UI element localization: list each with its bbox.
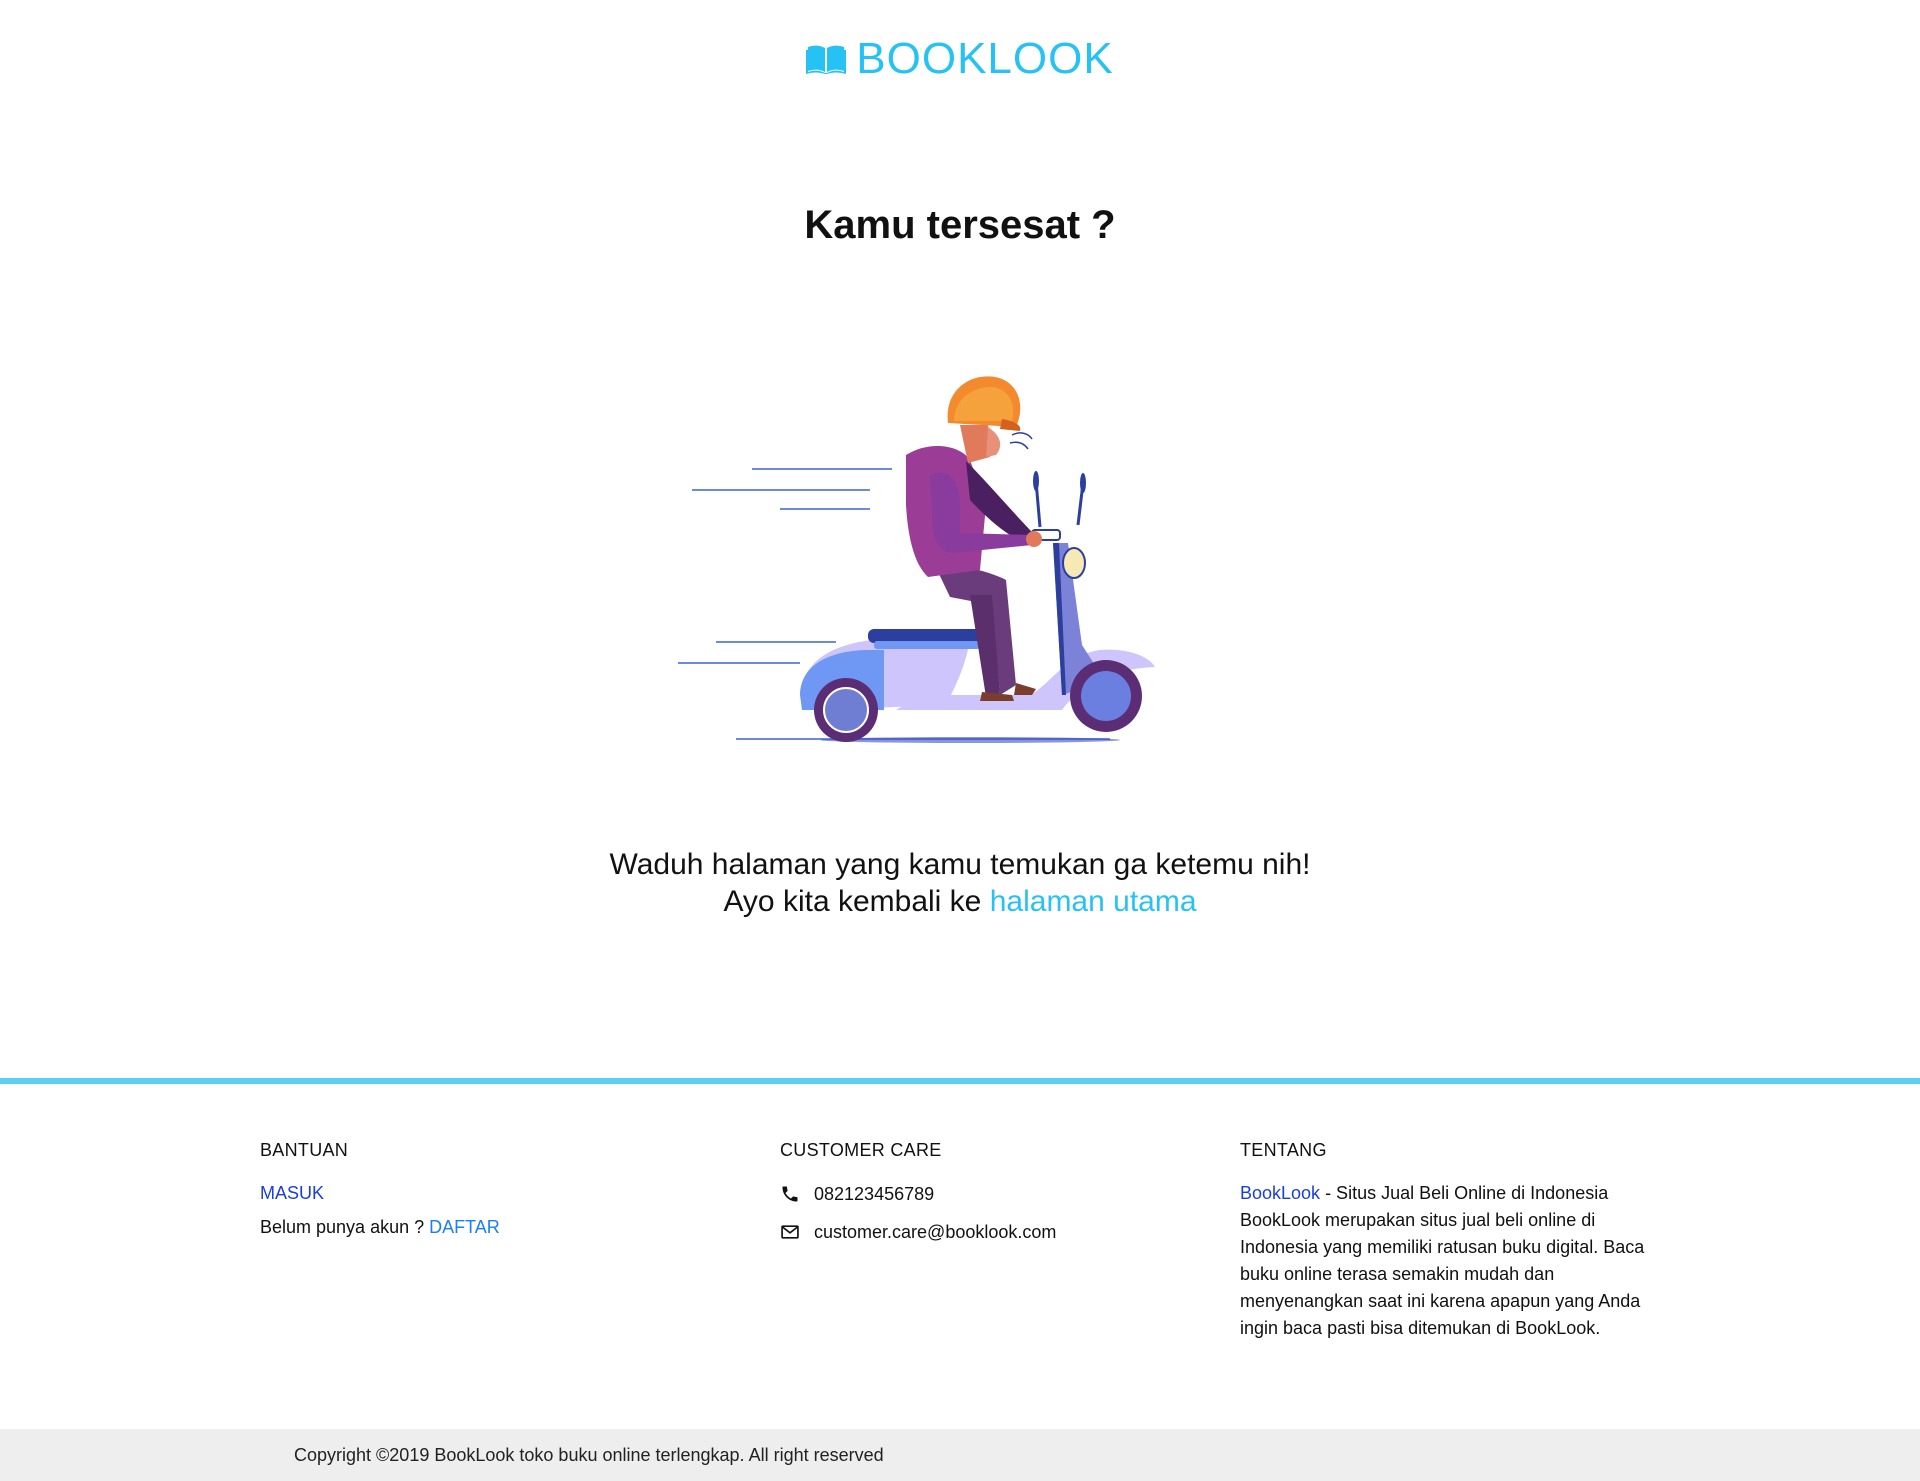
phone-number: 082123456789 — [814, 1183, 935, 1204]
no-account-text: Belum punya akun ? — [260, 1217, 425, 1237]
footer-tentang: TENTANG BookLook - Situs Jual Beli Onlin… — [1240, 1138, 1660, 1342]
bantuan-heading: BANTUAN — [260, 1140, 349, 1160]
copyright-bar: Copyright ©2019 BookLook toko buku onlin… — [0, 1429, 1920, 1481]
logo-text: BOOKLOOK — [856, 34, 1114, 83]
email-row: customer.care@booklook.com — [780, 1218, 1160, 1246]
phone-row: 082123456789 — [780, 1180, 1160, 1208]
message-line-2-prefix: Ayo kita kembali ke — [723, 885, 990, 918]
footer: BANTUAN MASUK Belum punya akun ? DAFTAR … — [0, 1084, 1920, 1429]
about-text: BookLook - Situs Jual Beli Online di Ind… — [1240, 1180, 1650, 1342]
mail-icon — [781, 1225, 799, 1239]
message-line-1: Waduh halaman yang kamu temukan ga ketem… — [609, 848, 1311, 881]
register-link[interactable]: DAFTAR — [429, 1217, 500, 1237]
customer-care-heading: CUSTOMER CARE — [780, 1140, 942, 1160]
copyright-text: Copyright ©2019 BookLook toko buku onlin… — [294, 1445, 884, 1465]
login-link[interactable]: MASUK — [260, 1180, 680, 1207]
about-description: - Situs Jual Beli Online di Indonesia Bo… — [1240, 1183, 1645, 1338]
message-line-2: Ayo kita kembali ke halaman utama — [0, 883, 1920, 920]
tentang-heading: TENTANG — [1240, 1140, 1327, 1160]
brand-link[interactable]: BookLook — [1240, 1183, 1320, 1203]
footer-customer-care: CUSTOMER CARE 082123456789 customer.care… — [780, 1138, 1160, 1256]
home-page-link[interactable]: halaman utama — [990, 885, 1197, 918]
book-icon — [806, 45, 847, 74]
scooter-rider-illustration — [678, 376, 1155, 743]
register-row: Belum punya akun ? DAFTAR — [260, 1214, 680, 1241]
footer-bantuan: BANTUAN MASUK Belum punya akun ? DAFTAR — [260, 1138, 680, 1241]
page-title: Kamu tersesat ? — [804, 203, 1116, 247]
phone-icon — [782, 1186, 798, 1202]
not-found-message: Waduh halaman yang kamu temukan ga ketem… — [0, 846, 1920, 920]
page: BOOKLOOK Kamu tersesat ? Waduh halaman y… — [0, 0, 1920, 1481]
logo-link[interactable]: BOOKLOOK — [0, 34, 1920, 84]
email-address: customer.care@booklook.com — [814, 1221, 1057, 1242]
